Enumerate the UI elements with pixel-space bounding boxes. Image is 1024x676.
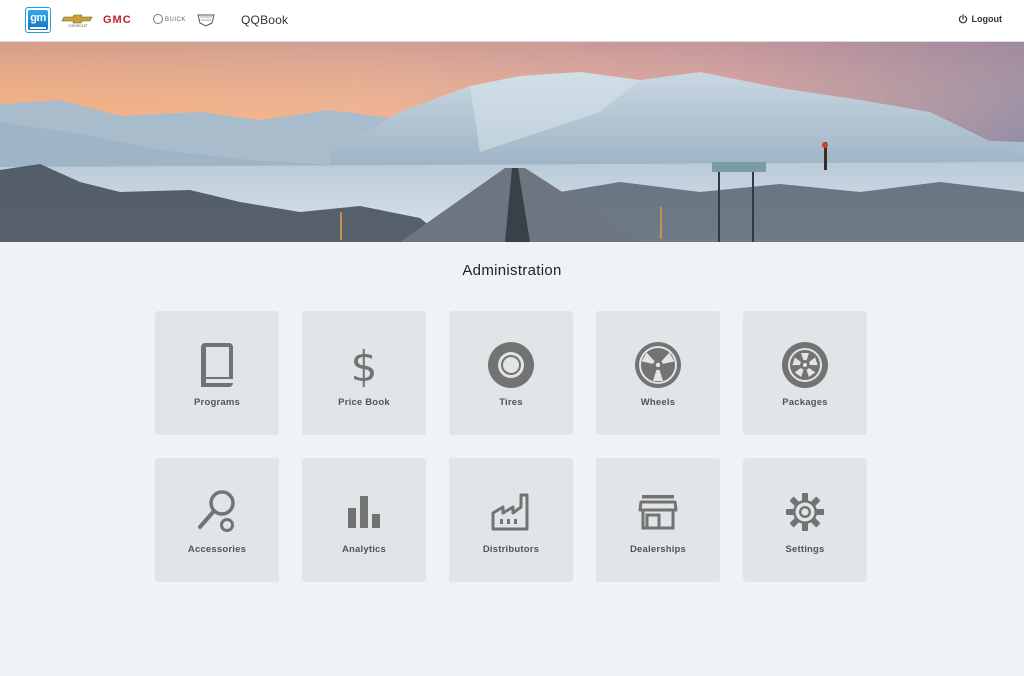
power-icon	[958, 14, 967, 24]
gear-icon	[780, 487, 830, 537]
tile-label: Settings	[785, 544, 825, 555]
tile-analytics[interactable]: Analytics	[302, 458, 426, 582]
tile-label: Price Book	[338, 397, 390, 408]
page-title: Administration	[462, 262, 562, 279]
tile-tires[interactable]: Tires	[449, 311, 573, 435]
logout-button[interactable]: Logout	[958, 14, 1003, 24]
tile-label: Dealerships	[629, 544, 687, 555]
tile-programs[interactable]: Programs	[155, 311, 279, 435]
tile-label: Distributors	[482, 544, 540, 555]
book-icon	[192, 340, 242, 390]
dollar-icon: $	[339, 340, 389, 390]
admin-tile-grid: Programs $ Price Book Tires Wheels Packa…	[155, 311, 869, 582]
mountain-road-image	[0, 42, 1024, 242]
gm-logo-text: gm	[30, 12, 46, 24]
gmc-logo: GMC	[103, 14, 132, 26]
tile-wheels[interactable]: Wheels	[596, 311, 720, 435]
wheel-icon	[633, 340, 683, 390]
tile-label: Accessories	[187, 544, 247, 555]
tile-label: Analytics	[341, 544, 387, 555]
package-wheel-icon	[780, 340, 830, 390]
factory-icon	[486, 487, 536, 537]
chevrolet-logo: CHEVROLET	[61, 14, 93, 28]
gm-logo[interactable]: gm	[25, 7, 51, 33]
tile-label: Wheels	[640, 397, 676, 408]
tile-accessories[interactable]: Accessories	[155, 458, 279, 582]
top-bar: gm CHEVROLET GMC BUICK QQBook Logout	[0, 0, 1024, 42]
tile-label: Tires	[499, 397, 523, 408]
app-title: QQBook	[241, 13, 289, 27]
store-icon	[633, 487, 683, 537]
svg-text:CHEVROLET: CHEVROLET	[68, 24, 88, 28]
svg-text:$: $	[351, 343, 378, 387]
accessory-icon	[192, 487, 242, 537]
tile-settings[interactable]: Settings	[743, 458, 867, 582]
tile-label: Packages	[782, 397, 828, 408]
tile-dealerships[interactable]: Dealerships	[596, 458, 720, 582]
tile-packages[interactable]: Packages	[743, 311, 867, 435]
hero-banner	[0, 42, 1024, 242]
bar-chart-icon	[339, 487, 389, 537]
tire-icon	[486, 340, 536, 390]
tile-label: Programs	[194, 397, 240, 408]
buick-logo: BUICK	[153, 12, 193, 28]
logout-label: Logout	[971, 14, 1003, 24]
cadillac-logo	[197, 14, 215, 27]
tile-distributors[interactable]: Distributors	[449, 458, 573, 582]
tile-price-book[interactable]: $ Price Book	[302, 311, 426, 435]
